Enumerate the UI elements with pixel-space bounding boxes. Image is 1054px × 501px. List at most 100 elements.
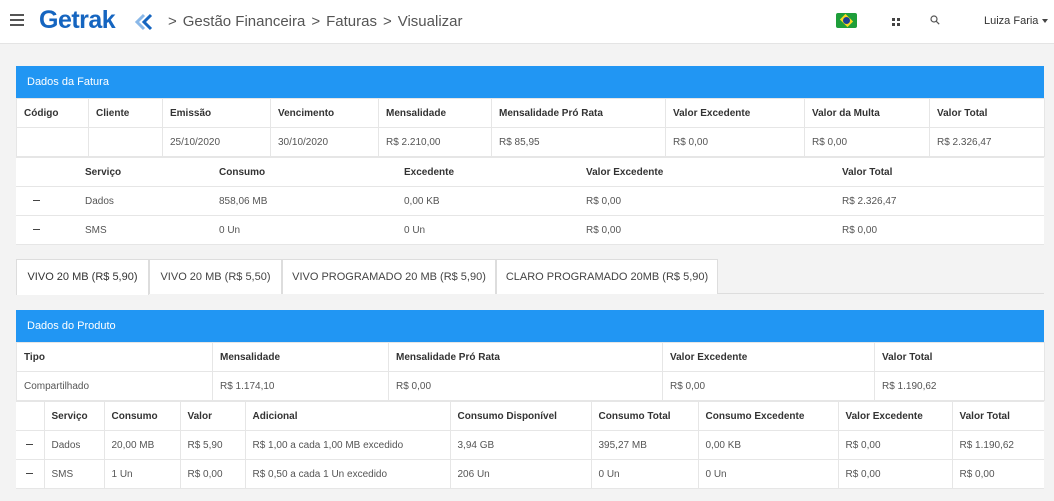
table-row: Compartilhado R$ 1.174,10 R$ 0,00 R$ 0,0… — [16, 371, 1045, 401]
tab-vivo-20mb-590[interactable]: VIVO 20 MB (R$ 5,90) — [16, 259, 149, 295]
table-cell: 25/10/2020 — [162, 127, 271, 157]
table-row: Dados 20,00 MB R$ 5,90 R$ 1,00 a cada 1,… — [16, 430, 1044, 460]
table-cell: R$ 2.326,47 — [929, 127, 1045, 157]
hamburger-icon[interactable] — [10, 14, 24, 26]
table-cell: 20,00 MB — [104, 430, 181, 460]
table-cell: Dados — [78, 186, 212, 216]
user-menu[interactable]: Luiza Faria — [984, 15, 1049, 27]
collapse-dash-icon[interactable] — [33, 229, 40, 231]
table-cell: 0,00 KB — [397, 186, 579, 216]
table-cell: R$ 0,00 — [838, 459, 953, 489]
column-header: Emissão — [162, 98, 271, 128]
table-cell: R$ 1.174,10 — [212, 371, 389, 401]
table-cell: R$ 5,90 — [180, 430, 246, 460]
column-header: Mensalidade Pró Rata — [491, 98, 666, 128]
apps-grid-icon[interactable] — [892, 18, 900, 26]
search-icon[interactable] — [930, 15, 940, 25]
column-header: Valor Total — [952, 401, 1044, 431]
column-header: Valor Total — [835, 157, 1044, 187]
table-cell: R$ 0,00 — [388, 371, 663, 401]
column-header: Vencimento — [270, 98, 379, 128]
breadcrumb: > Gestão Financeira > Faturas > Visualizar — [168, 13, 463, 30]
column-header: Consumo — [212, 157, 397, 187]
table-cell: 0 Un — [698, 459, 839, 489]
chevron-down-icon — [1042, 19, 1049, 24]
column-header: Valor Excedente — [579, 157, 835, 187]
product-tabs: VIVO 20 MB (R$ 5,90) VIVO 20 MB (R$ 5,50… — [16, 259, 1044, 295]
column-header: Consumo Total — [591, 401, 699, 431]
table-cell: R$ 0,00 — [804, 127, 930, 157]
column-header: Valor Total — [874, 342, 1045, 372]
column-header: Excedente — [397, 157, 579, 187]
table-row: Dados 858,06 MB 0,00 KB R$ 0,00 R$ 2.326… — [16, 186, 1044, 216]
table-cell: 1 Un — [104, 459, 181, 489]
table-cell: R$ 1,00 a cada 1,00 MB excedido — [245, 430, 451, 460]
tab-vivo-programado-20mb[interactable]: VIVO PROGRAMADO 20 MB (R$ 5,90) — [282, 259, 496, 294]
table-row: SMS 1 Un R$ 0,00 R$ 0,50 a cada 1 Un exc… — [16, 459, 1044, 489]
column-header: Mensalidade — [378, 98, 492, 128]
breadcrumb-item-faturas[interactable]: Faturas — [326, 13, 377, 30]
table-cell: 395,27 MB — [591, 430, 699, 460]
breadcrumb-item-gestao[interactable]: Gestão Financeira — [183, 13, 306, 30]
fatura-services-table: Serviço Consumo Excedente Valor Excedent… — [16, 157, 1044, 245]
logo-chevron-icon — [134, 13, 153, 31]
produto-panel-title: Dados do Produto — [16, 310, 1044, 342]
collapse-dash-icon[interactable] — [33, 200, 40, 202]
column-header: Serviço — [44, 401, 105, 431]
brazil-flag-icon[interactable] — [836, 13, 857, 28]
table-cell: R$ 1.190,62 — [874, 371, 1045, 401]
column-header: Mensalidade — [212, 342, 389, 372]
top-bar: Getrak > Gestão Financeira > Faturas > Visual… — [0, 0, 1054, 44]
column-header: Valor — [180, 401, 246, 431]
collapse-dash-icon[interactable] — [26, 473, 33, 475]
tab-vivo-20mb-550[interactable]: VIVO 20 MB (R$ 5,50) — [149, 259, 282, 294]
table-cell: Dados — [44, 430, 105, 460]
table-cell — [16, 127, 89, 157]
table-cell: R$ 0,00 — [579, 186, 835, 216]
table-cell: R$ 0,00 — [662, 371, 875, 401]
table-cell: 0,00 KB — [698, 430, 839, 460]
column-header: Consumo Excedente — [698, 401, 839, 431]
table-cell: R$ 2.326,47 — [835, 186, 1044, 216]
column-header: Código — [16, 98, 89, 128]
column-header: Tipo — [16, 342, 213, 372]
table-cell: SMS — [44, 459, 105, 489]
table-cell: R$ 1.190,62 — [952, 430, 1044, 460]
table-cell: R$ 0,00 — [838, 430, 953, 460]
table-header-row: Tipo Mensalidade Mensalidade Pró Rata Va… — [16, 342, 1045, 372]
table-cell: R$ 2.210,00 — [378, 127, 492, 157]
table-cell: SMS — [78, 215, 212, 245]
table-cell: R$ 0,00 — [835, 215, 1044, 245]
fatura-panel-title: Dados da Fatura — [16, 66, 1044, 98]
column-header: Valor Excedente — [662, 342, 875, 372]
table-cell: 206 Un — [450, 459, 592, 489]
column-header: Valor da Multa — [804, 98, 930, 128]
table-cell: 0 Un — [397, 215, 579, 245]
table-cell: R$ 0,00 — [579, 215, 835, 245]
table-cell: 3,94 GB — [450, 430, 592, 460]
table-header-row: Serviço Consumo Valor Adicional Consumo … — [16, 401, 1044, 431]
table-cell: 0 Un — [591, 459, 699, 489]
collapse-dash-icon[interactable] — [26, 444, 33, 446]
table-cell: 30/10/2020 — [270, 127, 379, 157]
table-cell: R$ 0,00 — [180, 459, 246, 489]
tab-claro-programado-20mb[interactable]: CLARO PROGRAMADO 20MB (R$ 5,90) — [496, 259, 718, 294]
user-name: Luiza Faria — [984, 15, 1039, 27]
breadcrumb-item-visualizar: Visualizar — [397, 13, 463, 30]
produto-summary-table: Tipo Mensalidade Mensalidade Pró Rata Va… — [16, 342, 1045, 401]
column-header: Consumo — [104, 401, 181, 431]
column-header: Serviço — [78, 157, 212, 187]
table-row: SMS 0 Un 0 Un R$ 0,00 R$ 0,00 — [16, 215, 1044, 245]
fatura-summary-table: Código Cliente Emissão Vencimento Mensal… — [16, 98, 1045, 157]
column-header: Valor Excedente — [665, 98, 805, 128]
column-header: Cliente — [88, 98, 163, 128]
table-cell: 858,06 MB — [212, 186, 397, 216]
column-header: Consumo Disponível — [450, 401, 592, 431]
column-header: Mensalidade Pró Rata — [388, 342, 663, 372]
table-cell: R$ 0,50 a cada 1 Un excedido — [245, 459, 451, 489]
table-cell: R$ 0,00 — [952, 459, 1044, 489]
logo[interactable]: Getrak — [39, 6, 116, 35]
table-cell: 0 Un — [212, 215, 397, 245]
column-header: Valor Excedente — [838, 401, 953, 431]
table-row: 25/10/2020 30/10/2020 R$ 2.210,00 R$ 85,… — [16, 127, 1045, 157]
